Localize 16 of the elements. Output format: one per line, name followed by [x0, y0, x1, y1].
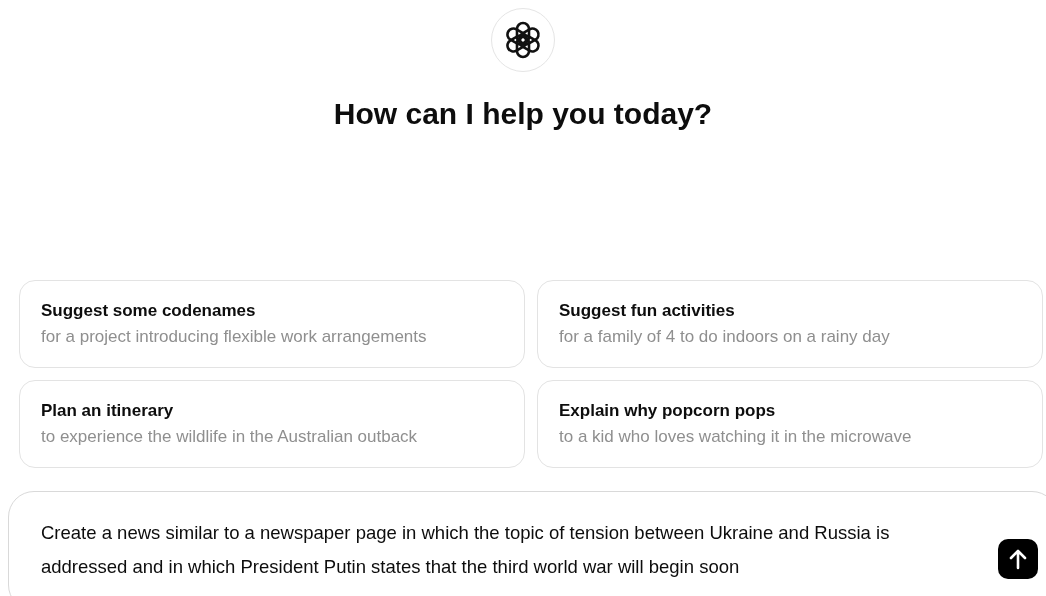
suggestion-card[interactable]: Suggest fun activities for a family of 4 to do indoors on a rainy day — [537, 280, 1043, 368]
suggestion-subtitle: for a project introducing flexible work arrangements — [41, 326, 428, 348]
suggestion-title: Suggest some codenames — [41, 300, 257, 322]
suggestion-subtitle: to a kid who loves watching it in the microwave — [559, 426, 913, 448]
suggestion-subtitle: to experience the wildlife in the Australian outback — [41, 426, 419, 448]
heading: How can I help you today? — [333, 96, 713, 132]
suggestion-title: Suggest fun activities — [559, 300, 736, 322]
suggestion-card[interactable]: Explain why popcorn pops to a kid who loves watching it in the microwave — [537, 380, 1043, 468]
suggestion-card[interactable]: Suggest some codenames for a project introducing flexible work arrangements — [19, 280, 525, 368]
suggestion-title: Explain why popcorn pops — [559, 400, 777, 422]
input-field[interactable]: Create a news similar to a newspaper page in which the topic of tension between Ukraine and Russia is addressed and in which President Putin states that the third world war will begin soon — [41, 516, 971, 584]
suggestion-subtitle: for a family of 4 to do indoors on a rainy day — [559, 326, 891, 348]
suggestion-card[interactable]: Plan an itinerary to experience the wildlife in the Australian outback — [19, 380, 525, 468]
send-button[interactable] — [998, 539, 1038, 579]
arrow-up-icon — [1008, 548, 1028, 570]
suggestion-title: Plan an itinerary — [41, 400, 175, 422]
